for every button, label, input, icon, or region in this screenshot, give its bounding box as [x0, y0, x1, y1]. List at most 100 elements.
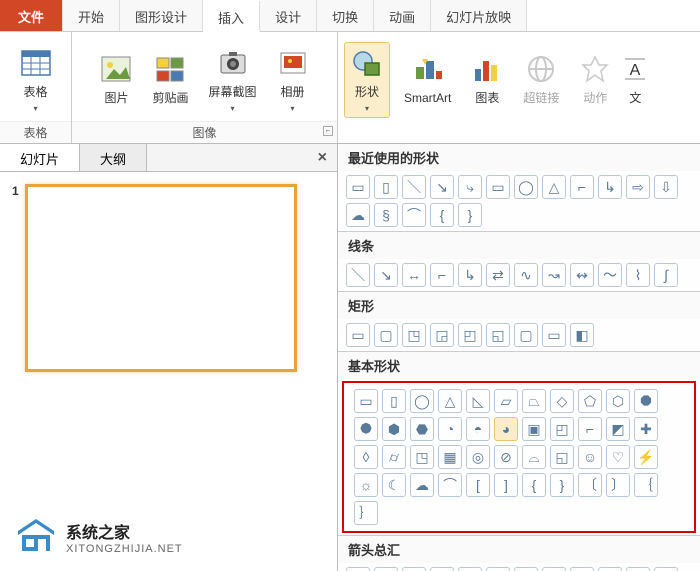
chart-button[interactable]: 图表 [465, 49, 509, 110]
tab-transition[interactable]: 切换 [317, 0, 374, 31]
shape-line[interactable]: ＼ [346, 263, 370, 287]
shape-smiley[interactable]: ☺ [578, 445, 602, 469]
shape-sun[interactable]: ☼ [354, 473, 378, 497]
expand-icon[interactable]: ⌐ [323, 126, 333, 136]
shape-textbox[interactable]: ▭ [354, 389, 378, 413]
shape-lbracket[interactable]: [ [466, 473, 490, 497]
shape-line[interactable]: ＼ [402, 175, 426, 199]
shape-bevel[interactable]: ▦ [438, 445, 462, 469]
shape-elbow-arrow[interactable]: ↳ [598, 175, 622, 199]
shape-donut[interactable]: ◎ [466, 445, 490, 469]
shape-connector[interactable]: ⤷ [458, 175, 482, 199]
shape-hexagon[interactable]: ⬡ [606, 389, 630, 413]
shape-elbow-arrow[interactable]: ↳ [458, 263, 482, 287]
shape-oval[interactable]: ◯ [514, 175, 538, 199]
shape-elbow-double[interactable]: ⇄ [486, 263, 510, 287]
shape-plaque[interactable]: ◊ [354, 445, 378, 469]
shape-elbow[interactable]: ⌐ [430, 263, 454, 287]
shape-freeform[interactable]: ～ [598, 263, 622, 287]
shape-rbrace[interactable]: } [458, 203, 482, 227]
shape-rtriangle[interactable]: ◺ [466, 389, 490, 413]
panel-close[interactable]: × [308, 144, 337, 171]
textbox-button[interactable]: A 文 [625, 49, 645, 110]
shape-cloud[interactable]: ☁ [410, 473, 434, 497]
shape-curve[interactable]: ∿ [514, 263, 538, 287]
shape-textbox[interactable]: ▭ [346, 175, 370, 199]
shape-snip-diag[interactable]: ◰ [458, 323, 482, 347]
shape-rect[interactable]: ▭ [486, 175, 510, 199]
shape-arrow-left[interactable]: ⇦ [374, 567, 398, 571]
tab-animation[interactable]: 动画 [374, 0, 431, 31]
shape-teardrop[interactable]: ◕ [494, 417, 518, 441]
album-button[interactable]: 相册 ▾ [271, 43, 315, 117]
shape-diamond[interactable]: ◇ [550, 389, 574, 413]
shape-triangle[interactable]: △ [438, 389, 462, 413]
shape-lbrace2[interactable]: ｛ [634, 473, 658, 497]
shape-chord[interactable]: ◓ [466, 417, 490, 441]
shape-diagstripe[interactable]: ◩ [606, 417, 630, 441]
shape-heart[interactable]: ♡ [606, 445, 630, 469]
tab-home[interactable]: 开始 [63, 0, 120, 31]
tab-slides[interactable]: 幻灯片 [0, 144, 80, 171]
tab-outline[interactable]: 大纲 [80, 144, 147, 171]
shape-arrow-curved-r[interactable]: ↷ [598, 567, 622, 571]
shape-rbracket2[interactable]: 〕 [606, 473, 630, 497]
shape-arrow-up[interactable]: ⇧ [402, 567, 426, 571]
shape-frame[interactable]: ▣ [522, 417, 546, 441]
shape-rbracket[interactable]: ] [494, 473, 518, 497]
shape-curve2[interactable]: ∫ [654, 263, 678, 287]
shape-lbracket2[interactable]: 〔 [578, 473, 602, 497]
shape-cube[interactable]: ◳ [410, 445, 434, 469]
shape-dodecagon[interactable]: ⬣ [410, 417, 434, 441]
shape-round1[interactable]: ◱ [486, 323, 510, 347]
shape-scribble[interactable]: ⌇ [626, 263, 650, 287]
shape-halfframe[interactable]: ◰ [550, 417, 574, 441]
shape-curve-arrow[interactable]: ↝ [542, 263, 566, 287]
shape-snipround[interactable]: ◧ [570, 323, 594, 347]
shape-arrow-curved-l[interactable]: ↶ [626, 567, 650, 571]
clipart-button[interactable]: 剪贴画 [146, 49, 194, 110]
picture-button[interactable]: 图片 [94, 49, 138, 110]
shape-arrow-bent[interactable]: ↰ [542, 567, 566, 571]
shape-arrow-down[interactable]: ⇩ [430, 567, 454, 571]
shape-lightning[interactable]: ⚡ [634, 445, 658, 469]
shape-lbrace[interactable]: { [430, 203, 454, 227]
shape-foldedcorner[interactable]: ◱ [550, 445, 574, 469]
shape-arrow[interactable]: ↘ [374, 263, 398, 287]
shape-rect[interactable]: ▭ [346, 323, 370, 347]
shape-round2[interactable]: ▢ [514, 323, 538, 347]
shape-round-diag[interactable]: ▭ [542, 323, 566, 347]
shape-octagon[interactable]: ⯄ [354, 417, 378, 441]
shape-oval[interactable]: ◯ [410, 389, 434, 413]
shape-rbrace[interactable]: } [550, 473, 574, 497]
shape-double-arrow[interactable]: ↔ [402, 263, 426, 287]
shape-plus[interactable]: ✚ [634, 417, 658, 441]
shape-decagon[interactable]: ⬢ [382, 417, 406, 441]
shapes-button[interactable]: 形状 ▾ [344, 42, 390, 118]
shape-triangle[interactable]: △ [542, 175, 566, 199]
shape-freeform[interactable]: § [374, 203, 398, 227]
shape-lshape[interactable]: ⌐ [578, 417, 602, 441]
shape-arc[interactable]: ⌒ [438, 473, 462, 497]
screenshot-button[interactable]: 屏幕截图 ▾ [203, 43, 263, 117]
shape-lbrace[interactable]: { [522, 473, 546, 497]
shape-noentry[interactable]: ⊘ [494, 445, 518, 469]
slide-thumb-1[interactable]: 1 [12, 184, 325, 372]
shape-arrow-uturn[interactable]: ↩ [570, 567, 594, 571]
shape-arrow-quad[interactable]: ✢ [514, 567, 538, 571]
shape-curve-double[interactable]: ↭ [570, 263, 594, 287]
shape-elbow[interactable]: ⌐ [570, 175, 594, 199]
shape-roundrect[interactable]: ▢ [374, 323, 398, 347]
shape-parallelogram[interactable]: ▱ [494, 389, 518, 413]
shape-pentagon[interactable]: ⬠ [578, 389, 602, 413]
tab-design[interactable]: 设计 [260, 0, 317, 31]
shape-arc[interactable]: ⌒ [402, 203, 426, 227]
smartart-button[interactable]: SmartArt [398, 51, 457, 109]
shape-arrow-lr[interactable]: ⇔ [458, 567, 482, 571]
shape-line-arrow[interactable]: ↘ [430, 175, 454, 199]
shape-can[interactable]: ⌭ [382, 445, 406, 469]
shape-cloud[interactable]: ☁ [346, 203, 370, 227]
shape-textbox-v[interactable]: ▯ [382, 389, 406, 413]
shape-trapezoid[interactable]: ⏢ [522, 389, 546, 413]
table-button[interactable]: 表格 ▾ [14, 43, 58, 117]
